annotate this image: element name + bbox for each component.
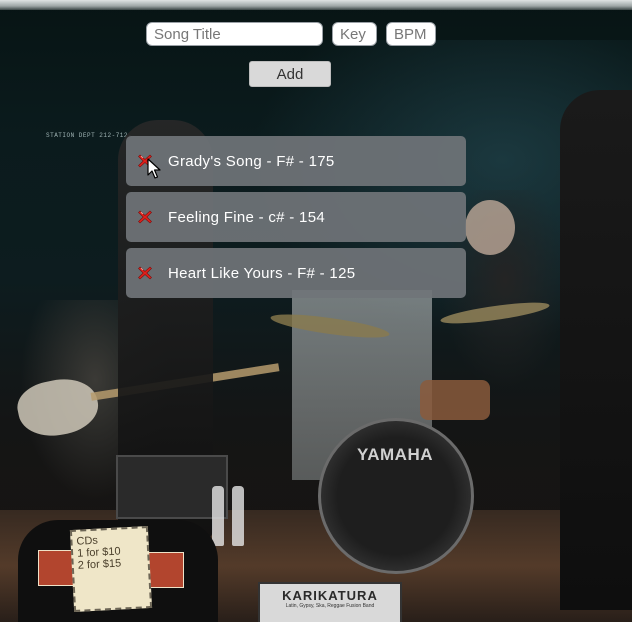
bass-drum <box>318 418 474 574</box>
drum-brand-text: YAMAHA <box>356 445 434 464</box>
song-text: Heart Like Yours - F# - 125 <box>168 264 356 282</box>
song-card: Heart Like Yours - F# - 125 <box>126 248 466 298</box>
browser-edge <box>0 0 632 10</box>
right-musician <box>560 90 632 610</box>
bottle <box>212 486 224 546</box>
key-input[interactable] <box>332 22 377 46</box>
band-sign-subtitle: Latin, Gypsy, Ska, Reggae Fusion Band <box>285 603 375 609</box>
song-list: Grady's Song - F# - 175 Feeling Fine - c… <box>126 136 466 304</box>
delete-icon[interactable] <box>137 209 153 225</box>
song-card: Feeling Fine - c# - 154 <box>126 192 466 242</box>
delete-icon[interactable] <box>137 265 153 281</box>
song-form <box>0 22 632 48</box>
background-photo: STATION DEPT 212-712-... YAMAHA CDs 1 fo… <box>0 0 632 622</box>
band-sign-title: KARIKATURA <box>282 588 378 603</box>
mouse-pointer-icon <box>147 158 161 179</box>
bpm-input[interactable] <box>386 22 436 46</box>
drummer-head <box>465 200 515 255</box>
tom-drum <box>420 380 490 420</box>
song-text: Grady's Song - F# - 175 <box>168 152 335 170</box>
cd-sign-line: 2 for $15 <box>77 557 122 572</box>
bottle <box>232 486 244 546</box>
song-title-input[interactable] <box>146 22 323 46</box>
band-sign: KARIKATURA Latin, Gypsy, Ska, Reggae Fus… <box>258 582 402 622</box>
add-button[interactable]: Add <box>249 61 331 87</box>
song-card: Grady's Song - F# - 175 <box>126 136 466 186</box>
song-text: Feeling Fine - c# - 154 <box>168 208 325 226</box>
cd-price-sign: CDs 1 for $10 2 for $15 <box>69 526 153 612</box>
